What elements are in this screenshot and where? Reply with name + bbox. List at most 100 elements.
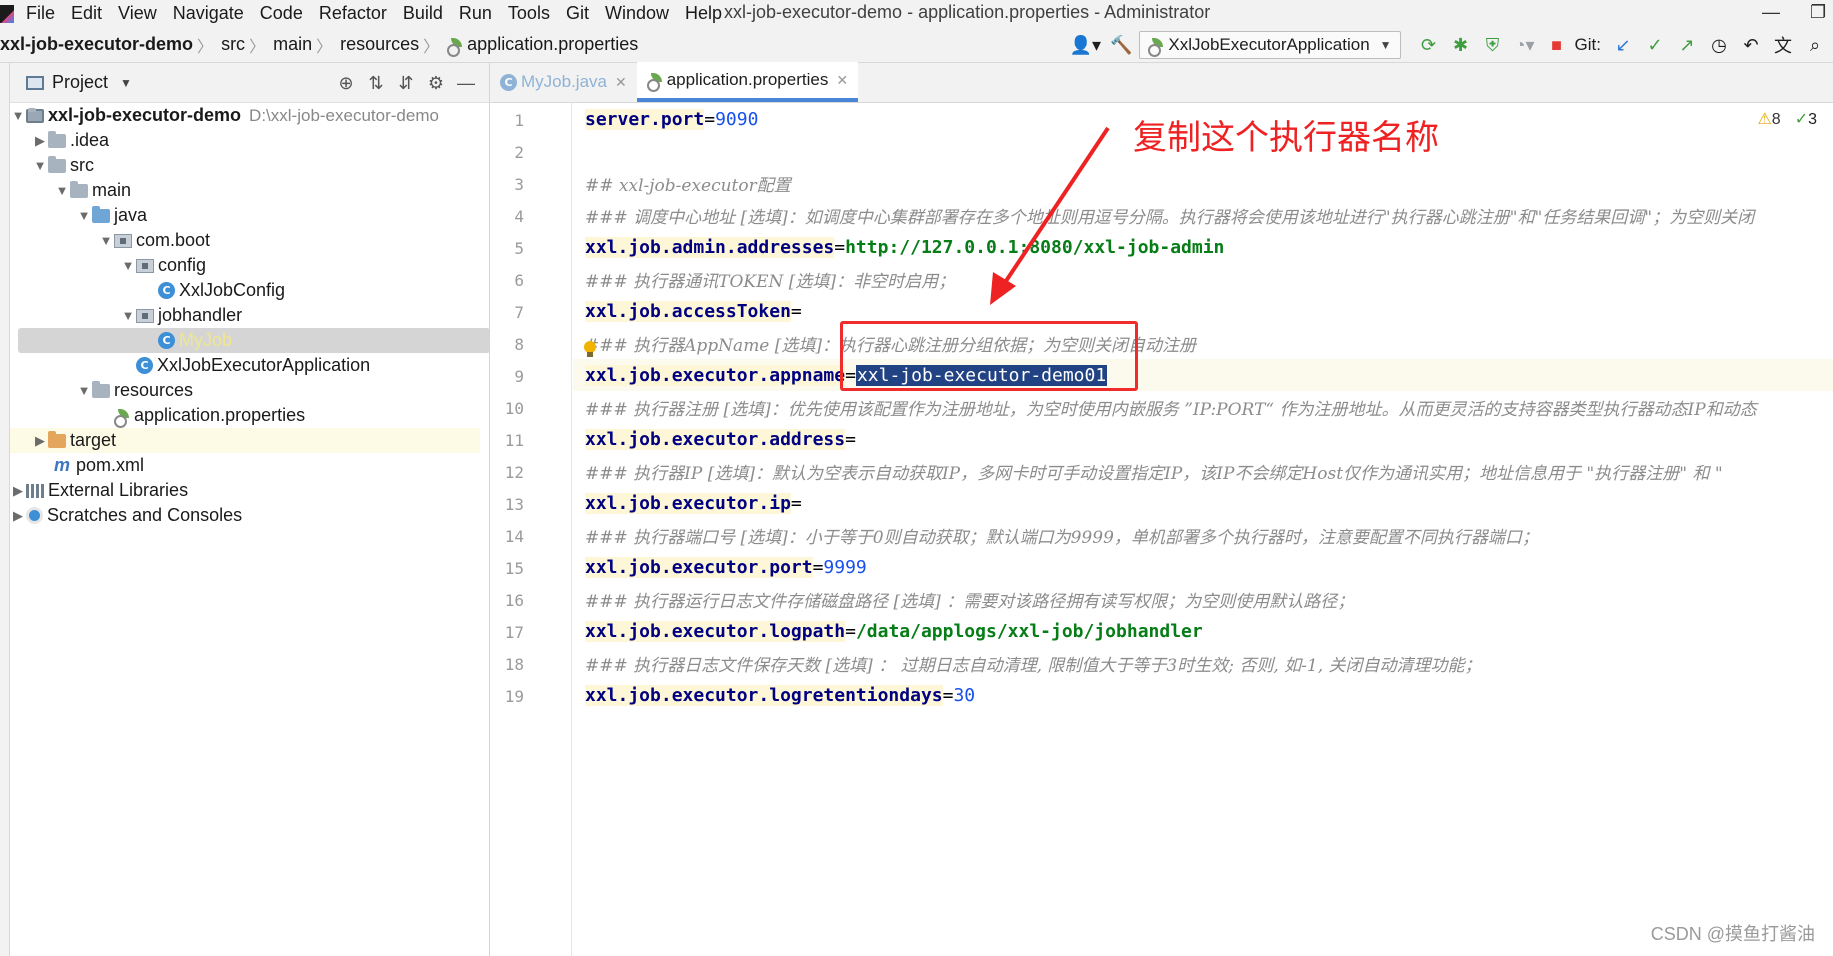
code-line[interactable]: ### 调度中心地址 [选填]：如调度中心集群部署存在多个地址则用逗号分隔。执行… — [573, 199, 1833, 231]
menu-edit[interactable]: Edit — [71, 3, 102, 24]
rerun-icon[interactable]: ⟳ — [1415, 31, 1443, 59]
menu-code[interactable]: Code — [260, 3, 303, 24]
project-panel-title[interactable]: Project — [52, 72, 108, 93]
locate-file-icon[interactable]: ⊕ — [331, 73, 361, 94]
code-line[interactable]: xxl.job.executor.address = — [573, 423, 1833, 455]
menu-run[interactable]: Run — [459, 3, 492, 24]
chevron-right-icon[interactable]: ▶ — [32, 133, 48, 149]
tree-item-external-libraries[interactable]: ▶ External Libraries — [10, 478, 480, 503]
line-number: 5 — [514, 239, 524, 258]
hide-panel-icon[interactable]: — — [451, 73, 481, 94]
code-line[interactable]: ### 执行器AppName [选填]：执行器心跳注册分组依据；为空则关闭自动注… — [573, 327, 1833, 359]
close-icon[interactable]: ✕ — [836, 72, 848, 89]
chevron-down-icon[interactable]: ▼ — [32, 158, 48, 173]
minimize-icon[interactable]: — — [1762, 2, 1780, 23]
chevron-right-icon[interactable]: ▶ — [10, 508, 26, 524]
tab-application-properties[interactable]: application.properties ✕ — [636, 62, 859, 102]
code-line[interactable]: xxl.job.executor.port = 9999 — [573, 551, 1833, 583]
tree-item-scratches[interactable]: ▶ Scratches and Consoles — [10, 503, 480, 528]
chevron-down-icon[interactable]: ▼ — [76, 383, 92, 398]
git-push-icon[interactable]: ↗ — [1673, 31, 1701, 59]
tree-item-project-root[interactable]: ▼ xxl-job-executor-demo D:\xxl-job-execu… — [10, 103, 480, 128]
tree-item-application-properties[interactable]: application.properties — [10, 403, 480, 428]
debug-bug-icon[interactable]: ✱ — [1447, 31, 1475, 59]
chevron-right-icon[interactable]: ▶ — [10, 483, 26, 499]
code-editor[interactable]: 1 2 3 4 5 6 7 8 9 10 11 12 13 14 15 16 1… — [490, 103, 1833, 956]
code-line[interactable]: ### 执行器日志文件保存天数 [选填] ： 过期日志自动清理, 限制值大于等于… — [573, 647, 1833, 679]
code-line[interactable]: ### 执行器注册 [选填]：优先使用该配置作为注册地址，为空时使用内嵌服务 ”… — [573, 391, 1833, 423]
git-history-icon[interactable]: ◷ — [1705, 31, 1733, 59]
tree-item-pom-xml[interactable]: m pom.xml — [10, 453, 480, 478]
tree-item-config[interactable]: ▼ config — [10, 253, 480, 278]
code-line[interactable]: xxl.job.accessToken = — [573, 295, 1833, 327]
menu-navigate[interactable]: Navigate — [173, 3, 244, 24]
chevron-down-icon[interactable]: ▼ — [120, 76, 132, 90]
menu-file[interactable]: File — [26, 3, 55, 24]
tree-item-myjob[interactable]: C MyJob — [18, 328, 490, 353]
tree-item-xxljobconfig[interactable]: C XxlJobConfig — [10, 278, 480, 303]
breadcrumb-main[interactable]: main — [273, 34, 312, 55]
menu-window[interactable]: Window — [605, 3, 669, 24]
left-tool-window-strip[interactable] — [0, 63, 10, 956]
code-line[interactable]: xxl.job.executor.ip = — [573, 487, 1833, 519]
menu-view[interactable]: View — [118, 3, 157, 24]
tree-item-resources[interactable]: ▼ resources — [10, 378, 480, 403]
git-update-icon[interactable]: ↙ — [1609, 31, 1637, 59]
chevron-down-icon[interactable]: ▼ — [120, 258, 136, 273]
menu-tools[interactable]: Tools — [508, 3, 550, 24]
stop-icon[interactable]: ■ — [1543, 31, 1571, 59]
code-line[interactable]: xxl.job.executor.logpath =/data/applogs/x… — [573, 615, 1833, 647]
breadcrumb-file[interactable]: application.properties — [467, 34, 638, 55]
build-hammer-icon[interactable]: 🔨 — [1107, 31, 1135, 59]
breadcrumb-project[interactable]: xxl-job-executor-demo — [0, 34, 193, 55]
tree-item-xxljobexecutorapplication[interactable]: C XxlJobExecutorApplication — [10, 353, 480, 378]
code-line[interactable]: ### 执行器端口号 [选填]：小于等于0则自动获取；默认端口为9999，单机部… — [573, 519, 1833, 551]
tree-item-main[interactable]: ▼ main — [10, 178, 480, 203]
close-icon[interactable]: ✕ — [615, 74, 627, 91]
chevron-down-icon[interactable]: ▼ — [98, 233, 114, 248]
breadcrumb-src[interactable]: src — [221, 34, 245, 55]
git-label: Git: — [1574, 35, 1601, 54]
git-commit-icon[interactable]: ✓ — [1641, 31, 1669, 59]
chevron-down-icon[interactable]: ▼ — [54, 183, 70, 198]
tree-item-com-boot[interactable]: ▼ com.boot — [10, 228, 480, 253]
menu-refactor[interactable]: Refactor — [319, 3, 387, 24]
menu-git[interactable]: Git — [566, 3, 589, 24]
tree-item-jobhandler[interactable]: ▼ jobhandler — [10, 303, 480, 328]
code-line[interactable]: ## xxl-job-executor配置 — [573, 167, 1833, 199]
code-line-current[interactable]: xxl.job.executor.appname = xxl-job-executo… — [573, 359, 1833, 391]
expand-all-icon[interactable]: ⇅ — [361, 73, 391, 94]
gear-icon[interactable]: ⚙ — [421, 73, 451, 94]
run-config-selector[interactable]: XxlJobExecutorApplication ▼ — [1139, 31, 1401, 59]
lightbulb-icon[interactable] — [583, 341, 597, 359]
breadcrumb-resources[interactable]: resources — [340, 34, 419, 55]
code-line[interactable]: ### 执行器IP [选填]：默认为空表示自动获取IP，多网卡时可手动设置指定I… — [573, 455, 1833, 487]
code-area[interactable]: ⚠8 ✓3 server.port = 9090 ## xxl-job-execut… — [573, 103, 1833, 956]
chevron-right-icon[interactable]: ▶ — [32, 433, 48, 449]
code-line[interactable]: xxl.job.executor.logretentiondays = 30 — [573, 679, 1833, 711]
tree-item-java[interactable]: ▼ java — [10, 203, 480, 228]
tree-item-target[interactable]: ▶ target — [10, 428, 480, 453]
chevron-down-icon[interactable]: ▼ — [10, 108, 26, 123]
menu-build[interactable]: Build — [403, 3, 443, 24]
tree-item-idea[interactable]: ▶ .idea — [10, 128, 480, 153]
line-number-gutter[interactable]: 1 2 3 4 5 6 7 8 9 10 11 12 13 14 15 16 1… — [490, 103, 572, 956]
chevron-down-icon[interactable]: ▼ — [120, 308, 136, 323]
code-line[interactable]: ### 执行器通讯TOKEN [选填]：非空时启用； — [573, 263, 1833, 295]
tree-item-src[interactable]: ▼ src — [10, 153, 480, 178]
coverage-icon[interactable]: ⛨ — [1479, 31, 1507, 59]
code-line[interactable]: xxl.job.admin.addresses = http://127.0.0.1… — [573, 231, 1833, 263]
restore-icon[interactable]: ❐ — [1810, 2, 1826, 23]
menu-help[interactable]: Help — [685, 3, 722, 24]
profiler-icon[interactable]: ◔▾ — [1511, 31, 1539, 59]
add-user-icon[interactable]: 👤▾ — [1067, 31, 1103, 59]
search-icon[interactable]: ⌕ — [1801, 31, 1829, 59]
project-panel-header: Project ▼ ⊕ ⇅ ⇵ ⚙ — — [10, 63, 489, 103]
git-rollback-icon[interactable]: ↶ — [1737, 31, 1765, 59]
chevron-down-icon[interactable]: ▼ — [76, 208, 92, 223]
collapse-all-icon[interactable]: ⇵ — [391, 73, 421, 94]
annotation-highlight-box — [840, 321, 1138, 391]
tab-myjob-java[interactable]: C MyJob.java ✕ — [490, 62, 637, 102]
translate-icon[interactable]: 文 — [1769, 31, 1797, 59]
code-line[interactable]: ### 执行器运行日志文件存储磁盘路径 [选填] ：需要对该路径拥有读写权限；为… — [573, 583, 1833, 615]
